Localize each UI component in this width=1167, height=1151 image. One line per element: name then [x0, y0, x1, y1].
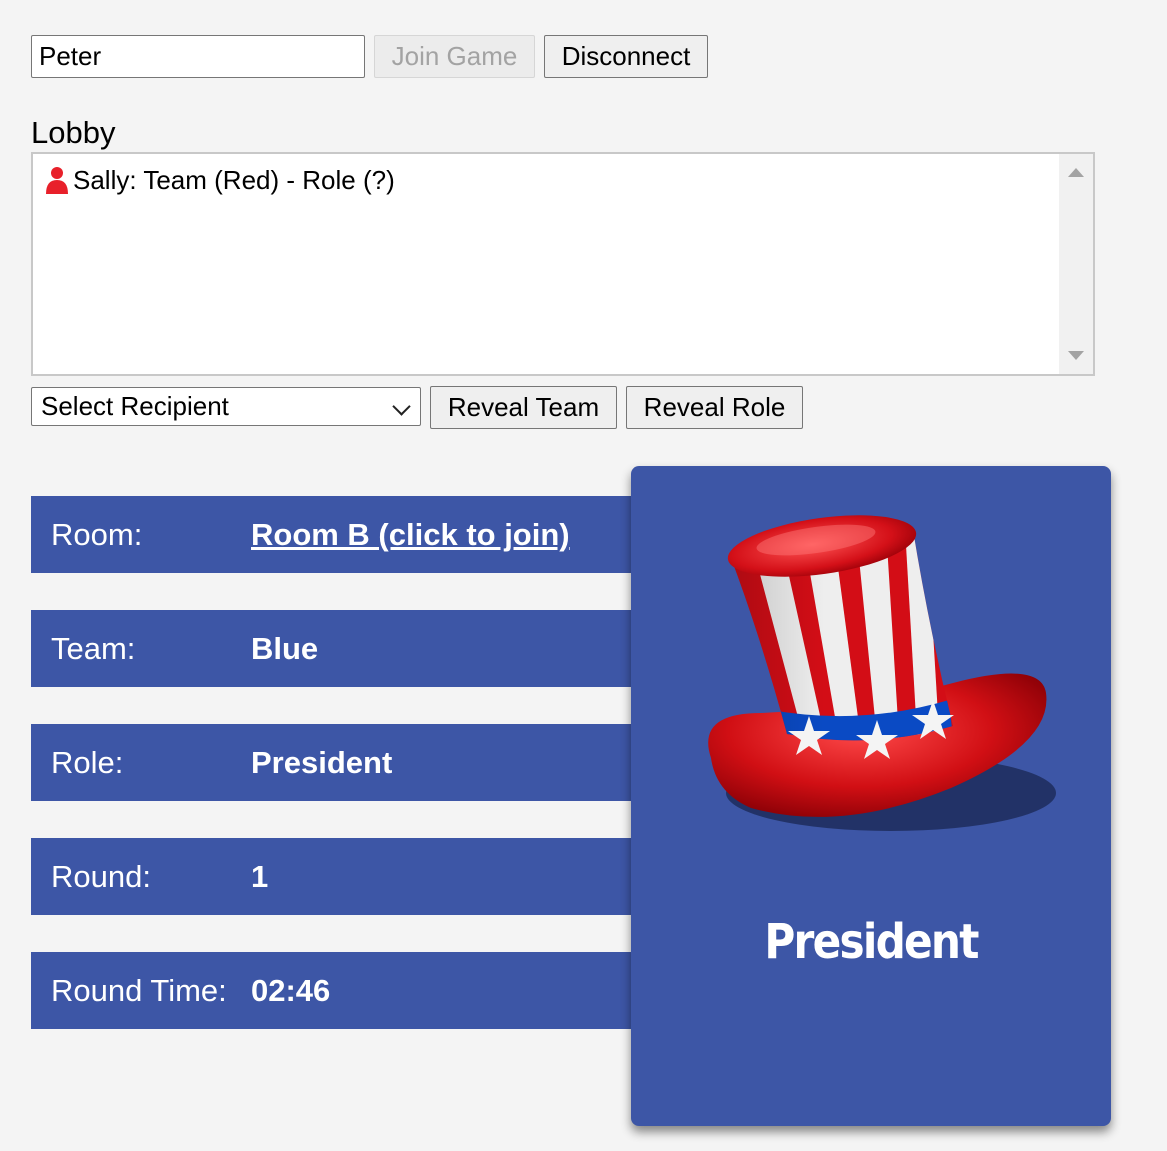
disconnect-button[interactable]: Disconnect: [544, 35, 708, 78]
room-label: Room:: [51, 517, 143, 552]
card-role-title: President: [764, 914, 979, 970]
lobby-entry-text: Sally: Team (Red) - Role (?): [73, 165, 395, 195]
role-label: Role:: [51, 745, 124, 780]
reveal-team-button[interactable]: Reveal Team: [430, 386, 617, 429]
lobby-list-box[interactable]: Sally: Team (Red) - Role (?): [31, 152, 1095, 376]
team-label: Team:: [51, 631, 136, 666]
round-value: 1: [251, 859, 269, 894]
uncle-sam-hat-icon: [708, 515, 1056, 831]
team-value: Blue: [251, 631, 319, 666]
role-bar: Role: President: [31, 724, 641, 801]
recipient-select[interactable]: Select Recipient: [31, 387, 421, 426]
round-time-label: Round Time:: [51, 973, 227, 1008]
round-bar: Round: 1: [31, 838, 641, 915]
team-bar: Team: Blue: [31, 610, 641, 687]
player-name-input[interactable]: [31, 35, 365, 78]
lobby-list: Sally: Team (Red) - Role (?): [45, 162, 1053, 198]
person-icon: [46, 167, 68, 194]
recipient-select-value: Select Recipient: [41, 391, 229, 421]
room-bar: Room: Room B (click to join): [31, 496, 641, 573]
round-label: Round:: [51, 859, 151, 894]
role-value: President: [251, 745, 393, 780]
scroll-down-icon[interactable]: [1068, 351, 1084, 360]
join-game-button[interactable]: Join Game: [374, 35, 535, 78]
reveal-role-button[interactable]: Reveal Role: [626, 386, 803, 429]
round-time-value: 02:46: [251, 973, 331, 1008]
role-card: President: [631, 466, 1111, 1126]
room-join-link[interactable]: Room B (click to join): [251, 496, 570, 573]
lobby-label: Lobby: [31, 115, 116, 150]
lobby-entry[interactable]: Sally: Team (Red) - Role (?): [45, 162, 1053, 198]
lobby-scrollbar[interactable]: [1059, 154, 1093, 374]
chevron-down-icon: [392, 397, 411, 416]
round-time-bar: Round Time: 02:46: [31, 952, 641, 1029]
scroll-up-icon[interactable]: [1068, 168, 1084, 177]
